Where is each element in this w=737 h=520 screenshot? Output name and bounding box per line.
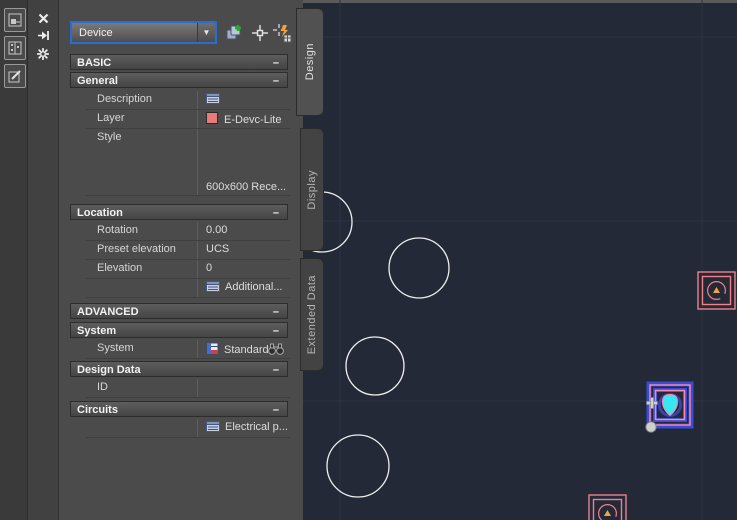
style-caption: 600x600 Rece... bbox=[206, 181, 287, 193]
electrical-properties-button[interactable]: Electrical p... bbox=[197, 419, 290, 437]
palette-window-icon bbox=[8, 13, 22, 27]
preset-elevation-value[interactable]: UCS bbox=[197, 241, 290, 259]
close-icon[interactable] bbox=[35, 11, 51, 26]
object-type-value: Device bbox=[79, 26, 113, 39]
collapse-icon[interactable]: – bbox=[273, 323, 279, 339]
worksheet-icon bbox=[206, 421, 220, 432]
drawing-canvas[interactable] bbox=[303, 0, 737, 520]
section-label: System bbox=[77, 325, 117, 337]
select-objects-button[interactable] bbox=[249, 22, 271, 44]
tool-panel-button[interactable] bbox=[4, 36, 26, 60]
collapse-icon[interactable]: – bbox=[273, 402, 279, 418]
worksheet-icon bbox=[206, 281, 220, 292]
system-style-icon bbox=[206, 342, 219, 355]
layer-name: E-Devc-Lite bbox=[224, 114, 282, 126]
row-description: Description bbox=[86, 91, 290, 110]
collapse-icon[interactable]: – bbox=[273, 362, 279, 378]
section-label: BASIC bbox=[77, 57, 112, 69]
electrical-label: Electrical p... bbox=[225, 421, 288, 433]
section-label: Design Data bbox=[77, 364, 141, 376]
layer-value[interactable]: E-Devc-Lite bbox=[197, 110, 290, 128]
quick-select-button[interactable] bbox=[223, 22, 245, 44]
section-label: General bbox=[77, 75, 118, 87]
row-label: System bbox=[97, 342, 134, 354]
app-window: Device ▼ BASIC – General – Description L… bbox=[0, 0, 737, 520]
section-header-circuits[interactable]: Circuits – bbox=[70, 401, 288, 417]
tab-design[interactable]: Design bbox=[296, 8, 324, 116]
row-label: ID bbox=[97, 381, 108, 393]
tab-extended-data-label: Extended Data bbox=[306, 274, 318, 355]
layer-color-swatch[interactable] bbox=[206, 112, 218, 124]
row-label: Style bbox=[97, 131, 122, 143]
additional-label: Additional... bbox=[225, 281, 283, 293]
tab-design-label: Design bbox=[304, 43, 316, 81]
left-dock-strip bbox=[0, 0, 28, 520]
collapse-icon[interactable]: – bbox=[273, 73, 279, 89]
worksheet-icon[interactable] bbox=[206, 93, 220, 104]
collapse-icon[interactable]: – bbox=[273, 205, 279, 221]
tab-display[interactable]: Display bbox=[300, 128, 324, 251]
section-header-system[interactable]: System – bbox=[70, 322, 288, 338]
section-header-basic[interactable]: BASIC – bbox=[70, 54, 288, 70]
toggle-pickadd-button[interactable] bbox=[271, 22, 293, 44]
row-label: Preset elevation bbox=[97, 243, 176, 255]
system-value[interactable]: Standard bbox=[197, 340, 290, 358]
properties-palette: Device ▼ BASIC – General – Description L… bbox=[59, 0, 375, 520]
palette-window-button[interactable] bbox=[4, 8, 26, 32]
collapse-icon[interactable]: – bbox=[273, 55, 279, 71]
row-additional: Additional... bbox=[86, 279, 290, 298]
tab-extended-data[interactable]: Extended Data bbox=[300, 258, 324, 371]
object-type-dropdown[interactable]: Device ▼ bbox=[70, 21, 217, 44]
pickadd-lightning-icon bbox=[273, 24, 292, 43]
section-header-general[interactable]: General – bbox=[70, 72, 288, 88]
section-header-design-data[interactable]: Design Data – bbox=[70, 361, 288, 377]
row-preset-elevation: Preset elevation UCS bbox=[86, 241, 290, 260]
tab-display-label: Display bbox=[306, 169, 318, 210]
crosshair-icon bbox=[252, 25, 268, 41]
edit-pencil-button[interactable] bbox=[4, 64, 26, 88]
elevation-value[interactable]: 0 bbox=[197, 260, 290, 278]
style-value[interactable]: 600x600 Rece... bbox=[197, 129, 375, 195]
system-name: Standard bbox=[224, 344, 269, 356]
additional-info-button[interactable]: Additional... bbox=[197, 279, 290, 297]
palette-titlebar bbox=[28, 0, 59, 520]
description-value[interactable] bbox=[197, 91, 290, 109]
row-system: System Standard bbox=[86, 340, 290, 359]
row-layer: Layer E-Devc-Lite bbox=[86, 110, 290, 129]
row-rotation: Rotation 0.00 bbox=[86, 222, 290, 241]
row-label: Rotation bbox=[97, 224, 138, 236]
section-header-location[interactable]: Location – bbox=[70, 204, 288, 220]
edit-pencil-icon bbox=[8, 70, 21, 83]
row-id: ID bbox=[86, 379, 290, 398]
tool-panel-icon bbox=[8, 41, 22, 55]
dropdown-arrow-icon[interactable]: ▼ bbox=[197, 23, 215, 42]
drawing-area[interactable] bbox=[303, 0, 737, 520]
rotation-value[interactable]: 0.00 bbox=[197, 222, 290, 240]
row-style: Style 600x600 Rece... bbox=[86, 129, 375, 196]
binoculars-icon[interactable] bbox=[268, 343, 284, 355]
row-circuits: Electrical p... bbox=[86, 419, 290, 438]
id-value[interactable] bbox=[197, 379, 290, 397]
row-label: Elevation bbox=[97, 262, 143, 274]
section-header-advanced[interactable]: ADVANCED – bbox=[70, 303, 288, 319]
section-label: Circuits bbox=[77, 404, 118, 416]
collapse-icon[interactable]: – bbox=[273, 304, 279, 320]
section-label: ADVANCED bbox=[77, 306, 139, 318]
autohide-icon[interactable] bbox=[35, 28, 51, 43]
row-label: Layer bbox=[97, 112, 125, 124]
quick-select-icon bbox=[226, 25, 241, 40]
section-label: Location bbox=[77, 207, 123, 219]
row-elevation: Elevation 0 bbox=[86, 260, 290, 279]
row-label: Description bbox=[97, 93, 153, 105]
settings-gear-icon[interactable] bbox=[35, 46, 51, 61]
